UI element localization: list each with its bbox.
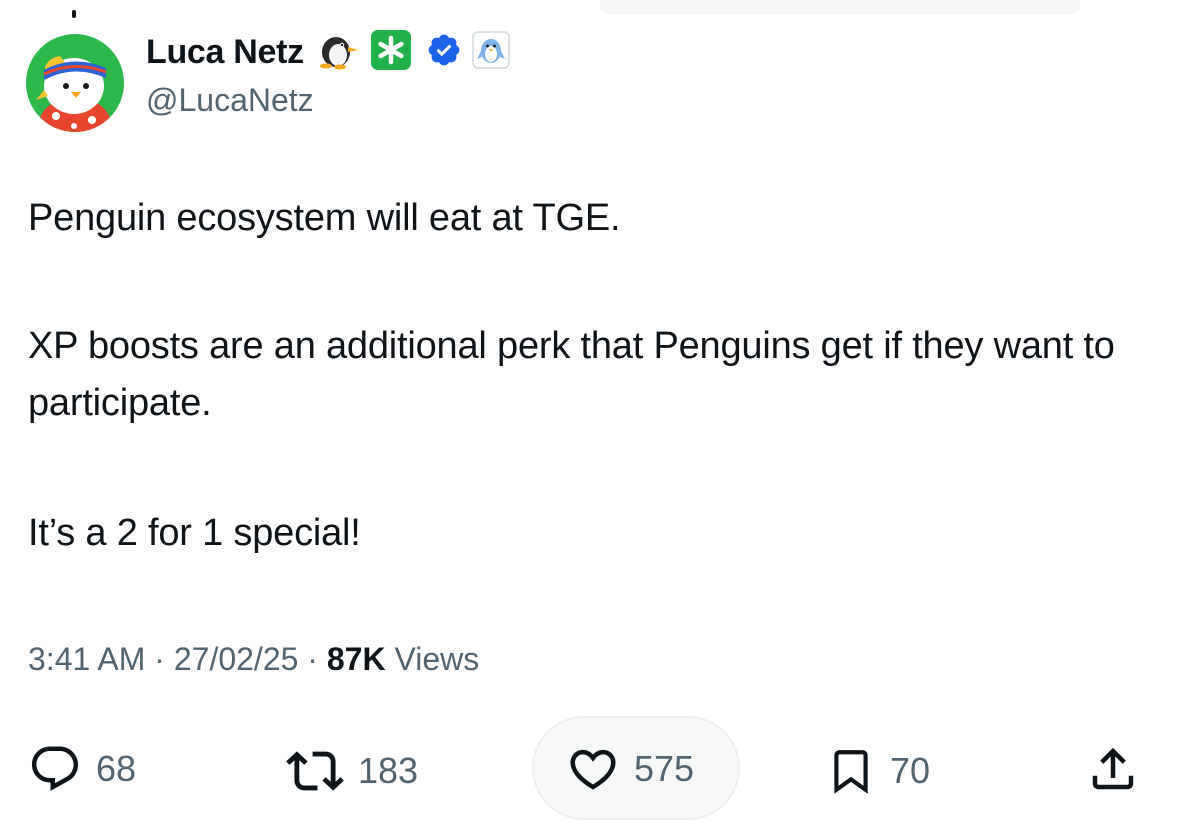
penguin-emoji-icon (314, 30, 360, 75)
author-display-name[interactable]: Luca Netz (146, 33, 304, 72)
avatar[interactable] (26, 34, 124, 132)
meta-separator: · (145, 641, 174, 677)
action-bar: 68 183 575 70 (0, 712, 1179, 828)
author-handle[interactable]: @LucaNetz (146, 82, 314, 119)
bookmark-button[interactable]: 70 (826, 742, 930, 800)
affiliate-penguin-icon[interactable] (472, 30, 510, 74)
author-name-row: Luca Netz (146, 28, 510, 76)
reply-button[interactable]: 68 (28, 742, 136, 796)
share-button[interactable] (1086, 742, 1140, 796)
top-strip (600, 0, 1080, 14)
heart-icon (566, 742, 620, 796)
tweet-date[interactable]: 27/02/25 (174, 641, 299, 678)
meta-separator: · (298, 641, 327, 677)
verified-icon[interactable] (426, 32, 462, 73)
like-button[interactable]: 575 (566, 742, 694, 796)
tweet-paragraph-1: Penguin ecosystem will eat at TGE. (28, 197, 621, 239)
top-dot (72, 10, 76, 18)
top-bar (0, 0, 1179, 18)
share-icon (1086, 742, 1140, 796)
bookmark-icon (826, 742, 876, 800)
like-count: 575 (634, 748, 695, 789)
repost-count: 183 (358, 750, 419, 791)
views-label[interactable]: Views (386, 641, 479, 678)
repost-button[interactable]: 183 (286, 742, 418, 800)
tweet-meta: 3:41 AM · 27/02/25 · 87K Views (28, 641, 479, 678)
reply-icon (28, 742, 82, 796)
tweet-paragraph-3: It’s a 2 for 1 special! (28, 512, 361, 554)
tweet-time[interactable]: 3:41 AM (28, 641, 145, 678)
avatar-image (26, 34, 124, 132)
repost-icon (286, 742, 344, 800)
bookmark-count: 70 (890, 750, 931, 791)
tweet-paragraph-2: XP boosts are an additional perk that Pe… (28, 325, 1115, 424)
asterisk-badge-icon (370, 29, 412, 76)
views-count[interactable]: 87K (327, 641, 386, 678)
reply-count: 68 (96, 748, 137, 789)
